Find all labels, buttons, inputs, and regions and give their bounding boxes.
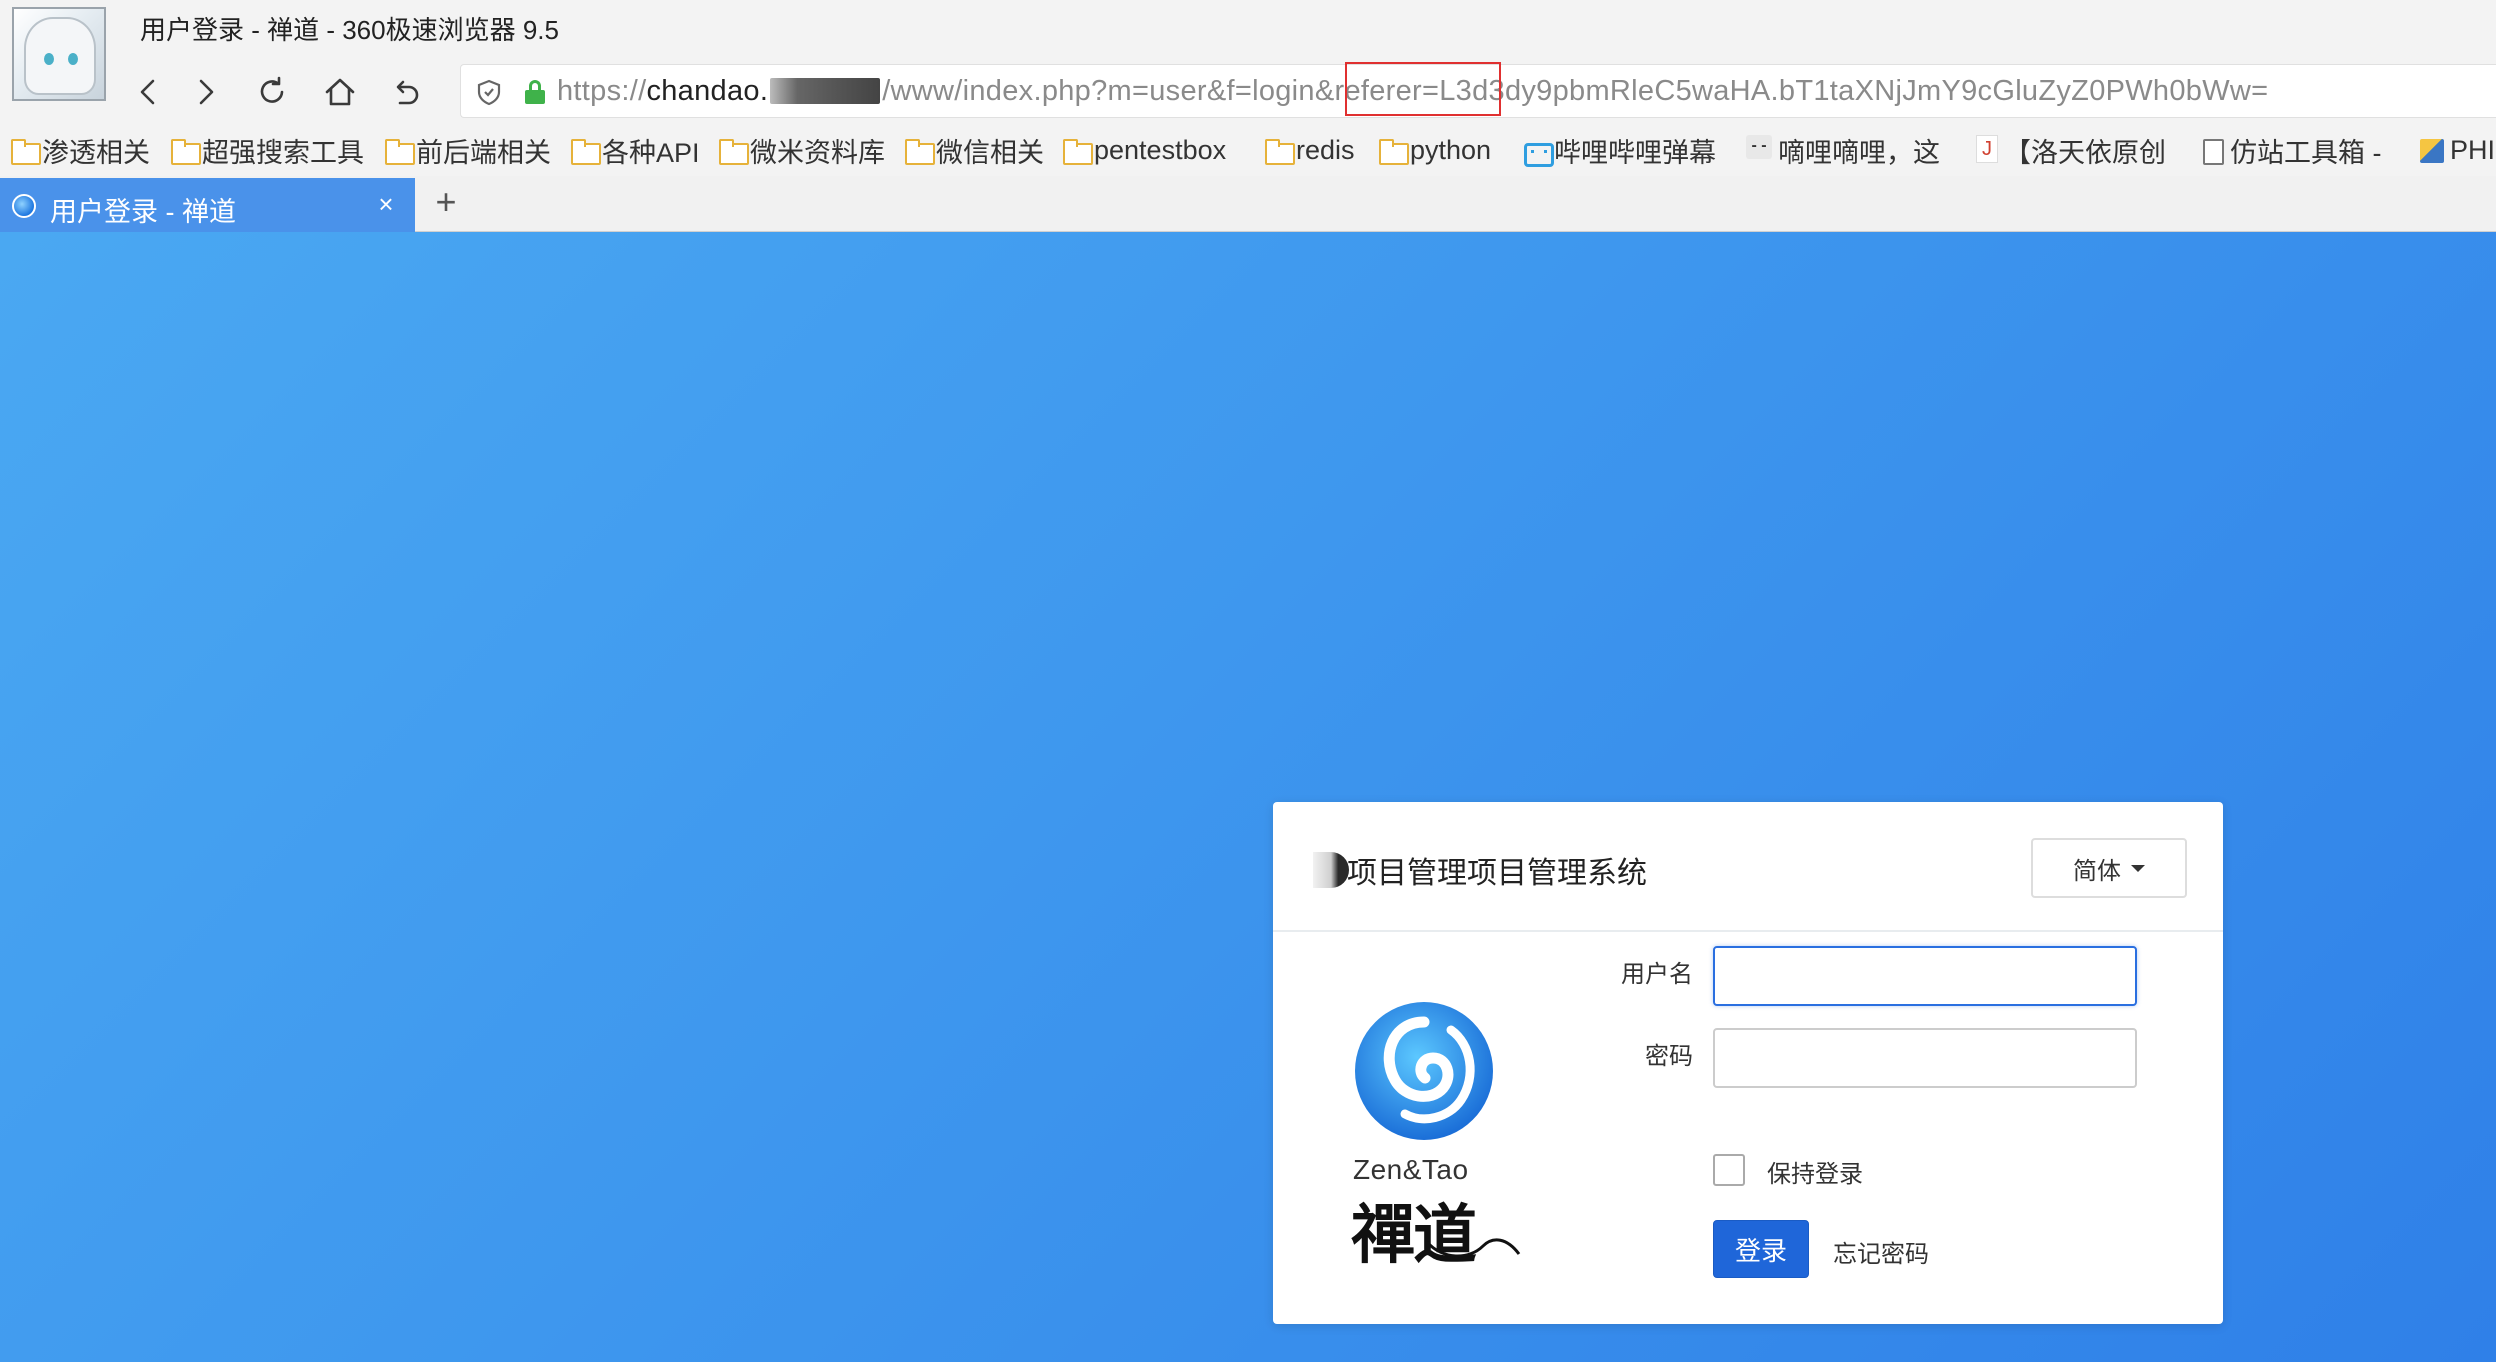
folder-icon <box>170 139 201 165</box>
url-path: /www/index.php?m=user&f=login&referer=L3… <box>882 75 2269 107</box>
face-icon <box>1746 135 1774 161</box>
bookmark-item[interactable]: 仿站工具箱 - <box>2198 130 2382 170</box>
browser-favicon-icon <box>12 194 36 218</box>
system-title: 项目管理项目管理系统 <box>1347 857 1647 890</box>
tab-login[interactable]: 用户登录 - 禅道 × <box>0 178 415 232</box>
remember-checkbox[interactable] <box>1713 1154 1745 1186</box>
bookmark-item[interactable]: PHI <box>2418 130 2495 170</box>
bilibili-icon <box>1522 139 1554 167</box>
folder-icon <box>904 139 935 165</box>
bookmark-item[interactable]: 【洛天依原创 <box>1972 130 2166 170</box>
bookmark-label: 嘀哩嘀哩，这 <box>1778 137 1940 168</box>
home-icon <box>325 78 355 106</box>
bookmark-item[interactable]: 微信相关 <box>904 130 1044 170</box>
shield-icon[interactable] <box>475 78 503 106</box>
logo-text-chinese: 禪道 <box>1351 1198 1477 1273</box>
language-dropdown[interactable]: 简体 <box>2031 838 2187 898</box>
url-scheme: https:// <box>557 75 647 107</box>
address-bar[interactable]: https://chandao. /www/index.php?m=user&f=… <box>460 62 2496 118</box>
bookmark-label: python <box>1410 134 1492 165</box>
reload-icon <box>260 76 284 103</box>
tab-strip: 用户登录 - 禅道 × + <box>0 176 2496 232</box>
forward-button[interactable] <box>182 68 230 116</box>
bookmark-label: 仿站工具箱 - <box>2230 137 2382 168</box>
undo-button[interactable] <box>382 68 430 116</box>
navigation-bar: https://chandao. /www/index.php?m=user&f=… <box>0 60 2496 124</box>
folder-icon <box>1062 139 1093 165</box>
bookmark-label: 前后端相关 <box>416 137 551 168</box>
bookmark-item[interactable]: redis <box>1264 130 1355 170</box>
bookmark-label: PHI <box>2450 134 2496 165</box>
home-button[interactable] <box>316 68 364 116</box>
window-title: 用户登录 - 禅道 - 360极速浏览器 9.5 <box>140 15 559 45</box>
password-label: 密码 <box>1645 1043 1693 1070</box>
bookmark-item[interactable]: 微米资料库 <box>718 130 885 170</box>
folder-icon <box>1378 139 1409 165</box>
chevron-left-icon <box>140 79 155 105</box>
folder-icon <box>384 139 415 165</box>
logo-swoosh-decoration <box>1425 1238 1521 1258</box>
login-button[interactable]: 登录 <box>1713 1220 1809 1278</box>
bookmark-label: 超强搜索工具 <box>202 137 364 168</box>
password-input[interactable] <box>1713 1028 2137 1088</box>
bookmark-item[interactable]: python <box>1378 130 1491 170</box>
folder-icon <box>1264 139 1295 165</box>
new-tab-button[interactable]: + <box>428 184 464 220</box>
undo-icon <box>396 80 419 105</box>
language-label: 简体 <box>2073 857 2121 885</box>
folder-icon <box>10 139 41 165</box>
username-input[interactable] <box>1713 946 2137 1006</box>
url-text[interactable]: https://chandao. /www/index.php?m=user&f=… <box>557 75 2268 108</box>
bookmark-label: 渗透相关 <box>42 137 150 168</box>
bookmark-item[interactable]: 嘀哩嘀哩，这 <box>1746 130 1940 170</box>
bookmark-label: 微米资料库 <box>750 137 885 168</box>
url-host: chandao. <box>646 75 769 107</box>
bookmark-item[interactable]: 各种API <box>570 130 700 170</box>
browser-chrome: 用户登录 - 禅道 - 360极速浏览器 9.5 https://chandao… <box>0 0 2496 232</box>
bookmark-label: 【洛天依原创 <box>2004 137 2166 168</box>
bookmarks-bar: 渗透相关 超强搜索工具 前后端相关 各种API 微米资料库 微信相关 pente… <box>0 126 2496 174</box>
back-button[interactable] <box>124 68 172 116</box>
redacted-company-name <box>1313 852 1349 888</box>
logo-text-english: Zen&Tao <box>1353 1154 1469 1185</box>
page-background: 项目管理项目管理系统 简体 Zen&Tao 禪道 用户名 密码 保持登录 登录 … <box>0 232 2496 1362</box>
login-card-header: 项目管理项目管理系统 简体 <box>1273 802 2223 932</box>
zentao-logo-icon <box>1355 1002 1493 1140</box>
bookmark-label: 各种API <box>602 137 700 168</box>
reload-button[interactable] <box>248 68 296 116</box>
folder-icon <box>570 139 601 165</box>
bookmark-item[interactable]: 前后端相关 <box>384 130 551 170</box>
j-icon <box>1972 135 2000 163</box>
bookmark-item[interactable]: 超强搜索工具 <box>170 130 364 170</box>
bookmark-label: pentestbox <box>1094 134 1227 165</box>
tab-label: 用户登录 - 禅道 <box>50 197 236 227</box>
tab-close-button[interactable]: × <box>370 188 402 220</box>
bookmark-item[interactable]: pentestbox <box>1062 130 1226 170</box>
remember-label: 保持登录 <box>1767 1161 1863 1188</box>
bookmark-item[interactable]: 渗透相关 <box>10 130 150 170</box>
bookmark-label: 哔哩哔哩弹幕 <box>1554 137 1716 168</box>
username-label: 用户名 <box>1621 961 1693 988</box>
php-icon <box>2418 139 2446 163</box>
bookmark-label: 微信相关 <box>936 137 1044 168</box>
login-card: 项目管理项目管理系统 简体 Zen&Tao 禪道 用户名 密码 保持登录 登录 … <box>1273 802 2223 1324</box>
title-bar: 用户登录 - 禅道 - 360极速浏览器 9.5 <box>0 0 2496 101</box>
bookmark-item[interactable]: 哔哩哔哩弹幕 <box>1522 130 1716 170</box>
chevron-right-icon <box>199 79 214 105</box>
bookmark-label: redis <box>1296 134 1355 165</box>
folder-icon <box>718 139 749 165</box>
document-icon <box>2198 139 2226 165</box>
forgot-password-link[interactable]: 忘记密码 <box>1833 1234 1929 1269</box>
redacted-domain <box>770 78 881 104</box>
caret-down-icon <box>2131 864 2145 872</box>
lock-icon[interactable] <box>525 80 545 104</box>
